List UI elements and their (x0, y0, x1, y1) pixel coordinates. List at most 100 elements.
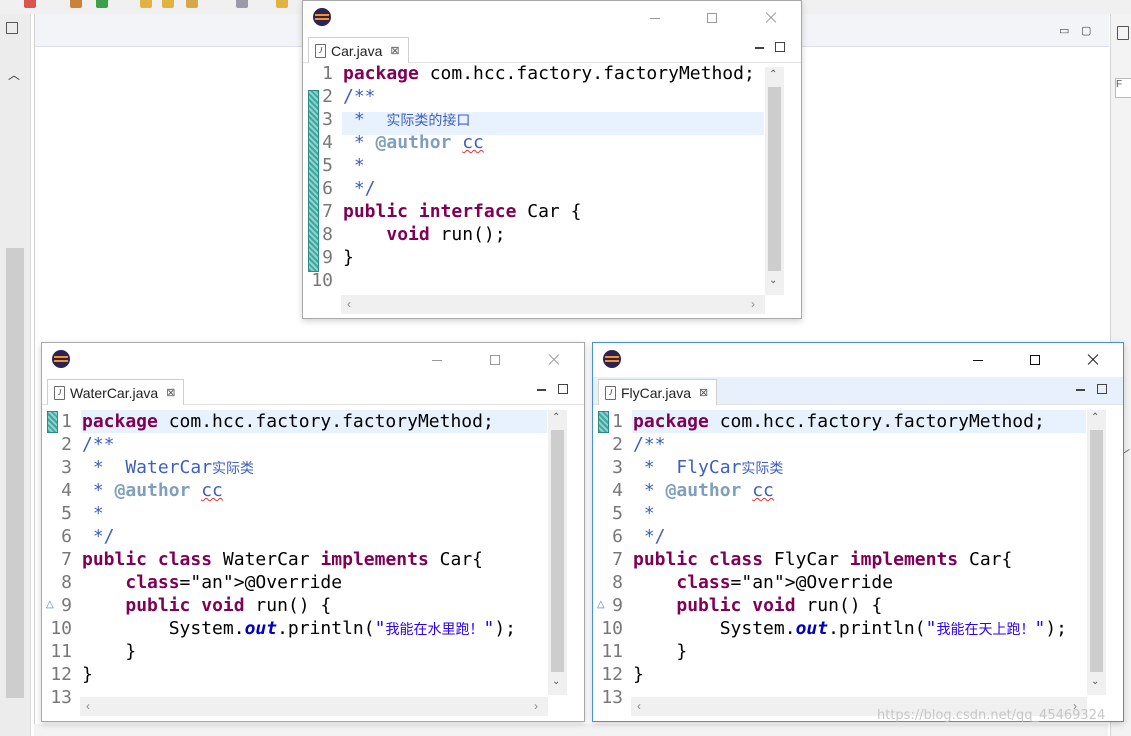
code-text[interactable]: } (82, 663, 93, 686)
tab-close-icon[interactable]: ⊠ (166, 386, 175, 399)
scrollbar-thumb[interactable] (551, 430, 564, 672)
restore-panel-icon[interactable] (6, 22, 18, 34)
scroll-up-icon[interactable]: ︿ (8, 66, 20, 83)
code-text[interactable]: class="an">@Override (82, 571, 342, 594)
code-text[interactable]: void run(); (343, 223, 505, 246)
code-text[interactable]: * @author cc (343, 131, 484, 154)
folder-icon[interactable] (140, 0, 152, 8)
watercar-editor-window: J WaterCar.java ⊠ △ 1 package com.hcc.fac… (41, 342, 585, 722)
line-number: 7 (322, 201, 333, 222)
code-text[interactable]: * (633, 502, 655, 525)
code-text[interactable]: } (343, 246, 354, 269)
maximize-button[interactable] (480, 350, 510, 370)
code-area[interactable]: 1 package com.hcc.factory.factoryMethod; 2… (42, 410, 548, 708)
code-text[interactable]: public void run() { (633, 594, 882, 617)
scrollbar-thumb[interactable] (768, 87, 781, 271)
line-number: 11 (50, 641, 72, 662)
code-text[interactable]: /** (343, 85, 376, 108)
code-text[interactable]: * (82, 502, 104, 525)
outline-icon[interactable] (1117, 26, 1129, 40)
code-text[interactable]: class="an">@Override (633, 571, 893, 594)
scroll-down-icon[interactable]: ⌄ (1091, 676, 1099, 687)
code-text[interactable]: System.out.println("我能在天上跑！"); (633, 617, 1067, 642)
code-text[interactable]: * 实际类的接口 (343, 108, 471, 133)
scroll-down-icon[interactable]: ⌄ (552, 676, 560, 687)
wand-icon[interactable] (186, 0, 198, 8)
code-text[interactable]: System.out.println("我能在水里跑！"); (82, 617, 516, 642)
code-text[interactable]: public void run() { (82, 594, 331, 617)
scroll-up-icon[interactable]: ⌃ (769, 69, 777, 80)
vertical-scrollbar[interactable]: ⌃ ⌄ (1087, 410, 1106, 695)
package-icon[interactable] (70, 0, 82, 8)
tab-car-java[interactable]: J Car.java ⊠ (308, 37, 409, 63)
code-text[interactable]: * @author cc (633, 479, 774, 502)
arrow-icon[interactable] (276, 0, 288, 8)
scrollbar-thumb[interactable] (6, 248, 24, 698)
code-text[interactable]: /** (82, 433, 115, 456)
search-icon[interactable] (236, 0, 248, 8)
scroll-down-icon[interactable]: ⌄ (769, 275, 777, 286)
title-bar[interactable] (303, 1, 801, 35)
scroll-up-icon[interactable]: ⌃ (1091, 412, 1099, 423)
close-button[interactable] (539, 350, 569, 370)
tab-close-icon[interactable]: ⊠ (699, 386, 708, 399)
scrollbar-thumb[interactable] (1090, 430, 1103, 672)
code-text[interactable]: * WaterCar实际类 (82, 456, 254, 481)
code-text[interactable]: * @author cc (82, 479, 223, 502)
horizontal-scrollbar[interactable]: ‹ › (341, 295, 765, 314)
maximize-button[interactable] (1020, 350, 1050, 370)
horizontal-scrollbar[interactable]: ‹ › (80, 697, 548, 716)
flycar-editor-window: J FlyCar.java ⊠ △ 1 package com.hcc.facto… (592, 342, 1124, 722)
code-text[interactable]: * FlyCar实际类 (633, 456, 784, 481)
code-area[interactable]: 1 package com.hcc.factory.factoryMethod; 2… (593, 410, 1087, 708)
outline-filter-button[interactable]: F (1115, 78, 1131, 98)
tab-watercar-java[interactable]: J WaterCar.java ⊠ (47, 379, 185, 405)
eclipse-icon (603, 350, 621, 368)
line-number: 9 (612, 595, 623, 616)
refresh-icon[interactable] (96, 0, 108, 8)
editor-tab-bar: J Car.java ⊠ (303, 35, 801, 63)
code-text[interactable]: package com.hcc.factory.factoryMethod; (343, 62, 755, 85)
minimize-button[interactable] (963, 350, 993, 370)
code-text[interactable]: * (343, 154, 365, 177)
code-text[interactable]: public interface Car { (343, 200, 581, 223)
scroll-right-icon[interactable]: › (534, 699, 538, 713)
code-text[interactable]: package com.hcc.factory.factoryMethod; (82, 410, 494, 433)
scroll-up-icon[interactable]: ⌃ (552, 412, 560, 423)
close-button[interactable] (1078, 350, 1108, 370)
code-text[interactable]: } (633, 663, 644, 686)
minimize-area-icon[interactable]: ▭ (1059, 24, 1069, 37)
scroll-left-icon[interactable]: ‹ (637, 699, 641, 713)
scroll-left-icon[interactable]: ‹ (347, 297, 351, 311)
maximize-area-icon[interactable]: ▢ (1081, 24, 1091, 37)
debug-icon[interactable] (24, 0, 36, 8)
line-number: 5 (61, 503, 72, 524)
code-text[interactable]: public class FlyCar implements Car{ (633, 548, 1012, 571)
editor-tab-bar: J WaterCar.java ⊠ (42, 377, 584, 405)
close-button[interactable] (756, 8, 786, 28)
scroll-right-icon[interactable]: › (751, 297, 755, 311)
code-text[interactable]: package com.hcc.factory.factoryMethod; (633, 410, 1045, 433)
code-text[interactable]: */ (343, 177, 376, 200)
line-number: 4 (61, 480, 72, 501)
minimize-button[interactable] (640, 8, 670, 28)
minimize-button[interactable] (422, 350, 452, 370)
line-number: 3 (322, 109, 333, 130)
code-text[interactable]: } (633, 640, 687, 663)
code-text[interactable]: } (82, 640, 136, 663)
title-bar[interactable] (42, 343, 584, 377)
vertical-scrollbar[interactable]: ⌃ ⌄ (548, 410, 567, 695)
tab-close-icon[interactable]: ⊠ (390, 44, 399, 57)
scroll-left-icon[interactable]: ‹ (86, 699, 90, 713)
code-text[interactable]: */ (82, 525, 115, 548)
code-text[interactable]: public class WaterCar implements Car{ (82, 548, 483, 571)
title-bar[interactable] (593, 343, 1123, 377)
code-text[interactable]: */ (633, 525, 666, 548)
vertical-scrollbar[interactable]: ⌃ ⌄ (765, 67, 784, 295)
code-text[interactable]: /** (633, 433, 666, 456)
tab-flycar-java[interactable]: J FlyCar.java ⊠ (598, 379, 718, 405)
folder-open-icon[interactable] (162, 0, 174, 8)
maximize-button[interactable] (697, 8, 727, 28)
line-number: 6 (61, 526, 72, 547)
code-area[interactable]: 1 package com.hcc.factory.factoryMethod; 2… (303, 62, 765, 296)
